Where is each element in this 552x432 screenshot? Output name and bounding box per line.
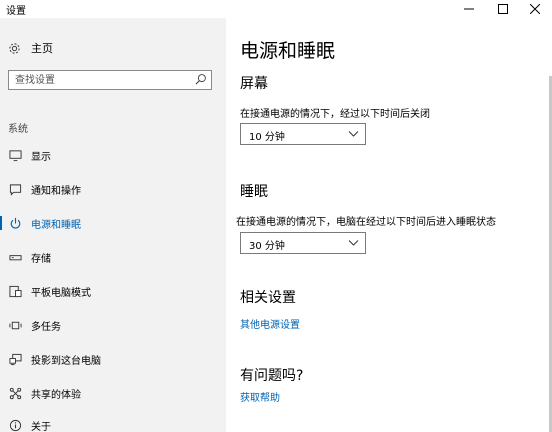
chevron-down-icon	[348, 131, 359, 137]
sidebar-item-label: 电源和睡眠	[31, 219, 81, 231]
sidebar: 主页 系统 显示 通知和操作	[0, 18, 226, 432]
sleep-heading: 睡眠	[240, 184, 268, 200]
home-label: 主页	[31, 42, 53, 55]
sidebar-item-label: 显示	[31, 151, 51, 163]
sleep-timeout-value: 30 分钟	[249, 241, 285, 252]
window-title: 设置	[6, 6, 26, 17]
sidebar-item-shared-experiences[interactable]: 共享的体验	[0, 382, 226, 404]
sidebar-item-label: 平板电脑模式	[31, 287, 91, 299]
search-icon[interactable]	[194, 73, 207, 86]
sidebar-item-label: 存储	[31, 253, 51, 265]
active-indicator	[0, 216, 2, 230]
monitor-icon	[8, 149, 22, 161]
search-input[interactable]	[15, 72, 190, 88]
sleep-timeout-dropdown[interactable]: 30 分钟	[240, 232, 366, 254]
tablet-mode-icon	[8, 285, 22, 297]
related-settings-heading: 相关设置	[240, 290, 296, 306]
get-help-link[interactable]: 获取帮助	[240, 389, 280, 404]
close-button[interactable]	[518, 0, 552, 18]
minimize-button[interactable]	[452, 0, 486, 18]
page-title: 电源和睡眠	[240, 40, 336, 62]
sidebar-item-label: 多任务	[31, 321, 61, 333]
notification-icon	[9, 183, 21, 196]
projecting-icon	[8, 353, 22, 365]
close-icon	[530, 4, 540, 14]
sidebar-item-label: 通知和操作	[31, 185, 81, 197]
additional-power-settings-link[interactable]: 其他电源设置	[240, 316, 300, 331]
help-heading: 有问题吗?	[240, 368, 304, 384]
screen-timeout-dropdown[interactable]: 10 分钟	[240, 123, 366, 145]
title-bar: 设置	[0, 0, 552, 18]
sidebar-item-project[interactable]: 投影到这台电脑	[0, 348, 226, 370]
sidebar-item-label: 关于	[31, 421, 51, 432]
sidebar-item-power-sleep[interactable]: 电源和睡眠	[0, 212, 226, 234]
sidebar-item-about[interactable]: 关于	[0, 414, 226, 432]
multitasking-icon	[8, 321, 22, 329]
sidebar-item-label: 共享的体验	[31, 389, 81, 401]
storage-icon	[8, 254, 22, 260]
main-content: 电源和睡眠 屏幕 在接通电源的情况下，经过以下时间后关闭 10 分钟 睡眠 在接…	[226, 18, 552, 432]
sidebar-item-home[interactable]: 主页	[8, 40, 53, 56]
info-icon	[9, 419, 21, 431]
maximize-icon	[498, 4, 508, 14]
sleep-description: 在接通电源的情况下，电脑在经过以下时间后进入睡眠状态	[236, 217, 496, 228]
gear-icon	[9, 42, 20, 54]
search-box[interactable]	[8, 70, 212, 90]
chevron-down-icon	[348, 240, 359, 246]
sidebar-item-storage[interactable]: 存储	[0, 246, 226, 268]
sidebar-item-display[interactable]: 显示	[0, 144, 226, 166]
maximize-button[interactable]	[486, 0, 520, 18]
sidebar-item-tablet-mode[interactable]: 平板电脑模式	[0, 280, 226, 302]
screen-timeout-value: 10 分钟	[249, 132, 285, 143]
power-icon	[10, 217, 20, 229]
sidebar-item-notifications[interactable]: 通知和操作	[0, 178, 226, 200]
minimize-icon	[464, 8, 474, 10]
screen-heading: 屏幕	[240, 76, 268, 92]
sidebar-item-label: 投影到这台电脑	[31, 355, 101, 367]
section-label-system: 系统	[8, 124, 28, 135]
screen-description: 在接通电源的情况下，经过以下时间后关闭	[240, 109, 430, 120]
shared-experience-icon	[9, 387, 21, 399]
sidebar-item-multitasking[interactable]: 多任务	[0, 314, 226, 336]
